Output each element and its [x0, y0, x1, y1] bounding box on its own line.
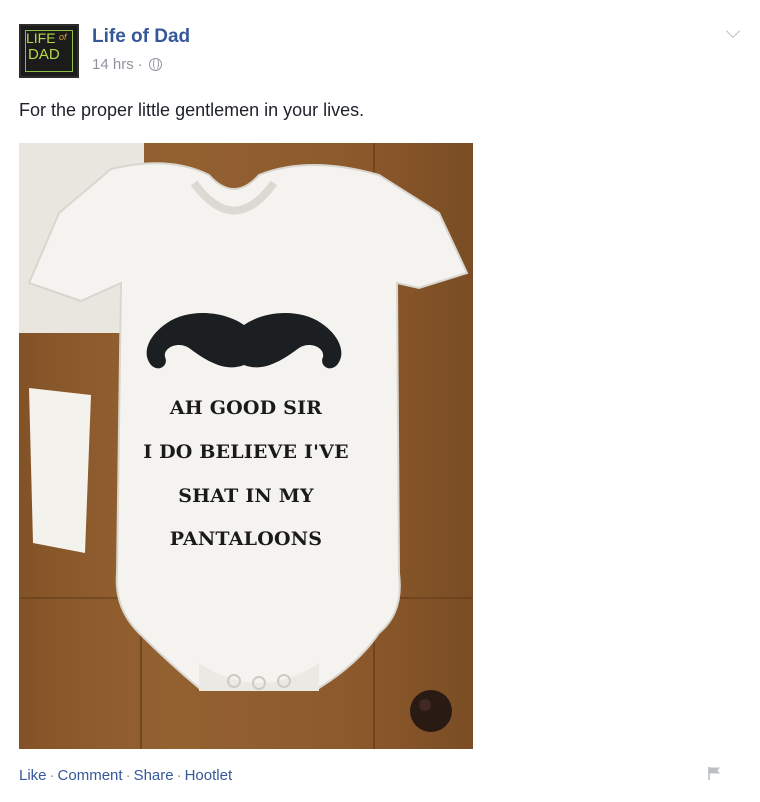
flag-icon[interactable]: [707, 766, 722, 780]
post-caption: For the proper little gentlemen in your …: [19, 100, 365, 120]
share-link[interactable]: Share: [134, 767, 174, 784]
meta-separator: ·: [137, 56, 143, 73]
onesie-text-line: I DO BELIEVE I'VE: [143, 441, 349, 463]
hootlet-link[interactable]: Hootlet: [185, 767, 233, 784]
logo-word-dad: DAD: [28, 46, 60, 63]
post-meta: 14 hrs ·: [92, 56, 162, 73]
like-link[interactable]: Like: [19, 767, 47, 784]
action-separator: ·: [176, 767, 182, 784]
comment-link[interactable]: Comment: [58, 767, 123, 784]
post-actions: Like · Comment · Share · Hootlet: [19, 767, 232, 784]
logo-word-of: of: [59, 32, 67, 42]
page-name-link[interactable]: Life of Dad: [92, 26, 190, 48]
page-avatar[interactable]: LIFE of DAD: [19, 24, 79, 78]
action-separator: ·: [49, 767, 55, 784]
post-photo[interactable]: AH GOOD SIR I DO BELIEVE I'VE SHAT IN MY…: [19, 143, 473, 749]
logo-word-life: LIFE: [26, 30, 56, 46]
chevron-down-icon[interactable]: [725, 23, 741, 39]
action-separator: ·: [125, 767, 131, 784]
onesie-text-line: PANTALOONS: [169, 528, 323, 550]
onesie-text-line: AH GOOD SIR: [169, 397, 323, 419]
facebook-post: LIFE of DAD Life of Dad 14 hrs · For the…: [0, 0, 760, 802]
globe-icon[interactable]: [148, 58, 162, 71]
onesie-text-line: SHAT IN MY: [178, 485, 314, 507]
timestamp-link[interactable]: 14 hrs: [92, 56, 134, 73]
